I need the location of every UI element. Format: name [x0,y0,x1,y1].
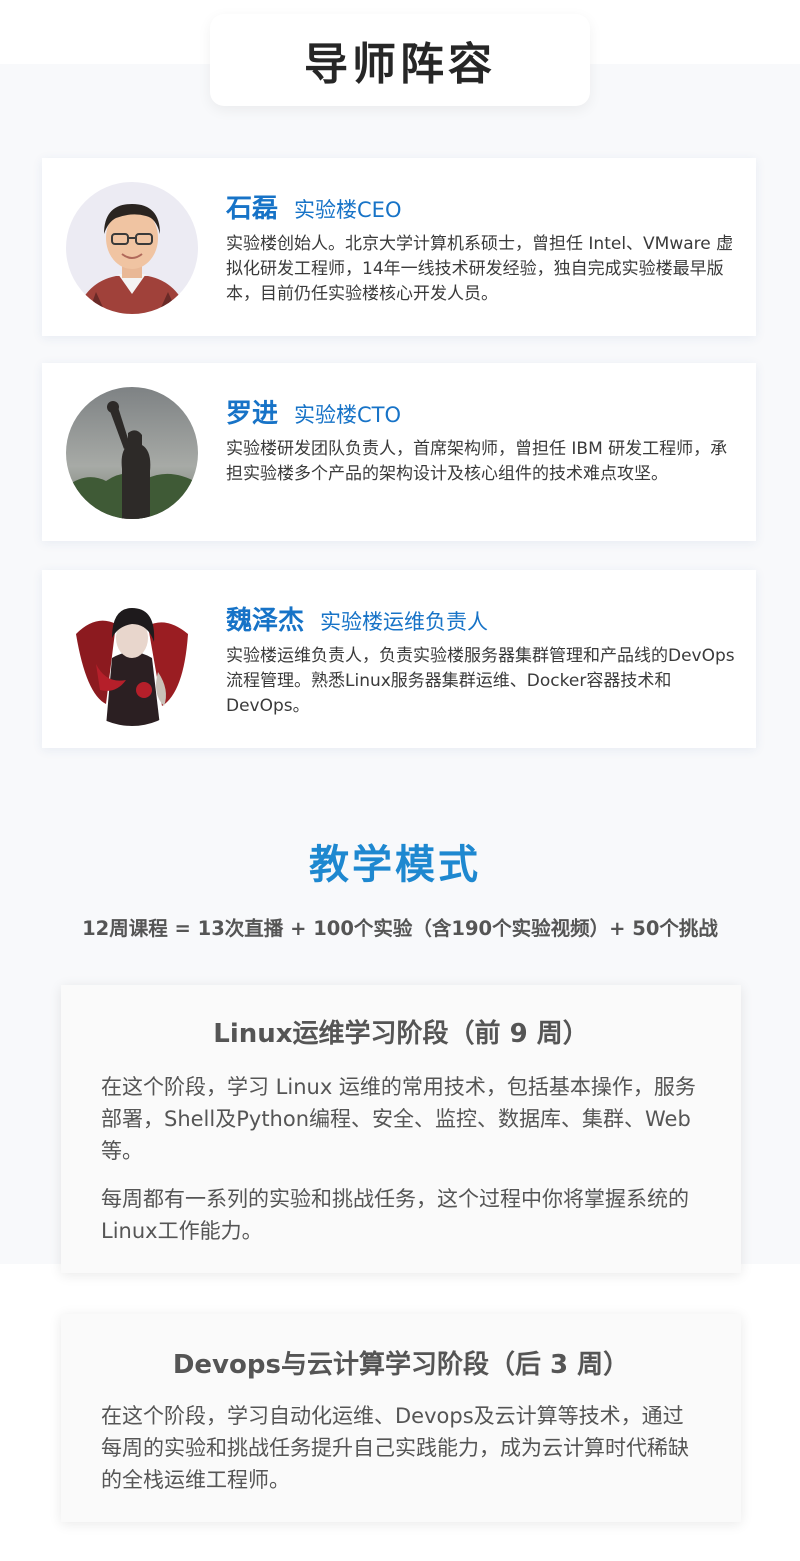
stage-title: Devops与云计算学习阶段（后 3 周） [172,1350,630,1380]
mentor-role: 实验楼CEO [294,198,402,222]
mentor-name: 罗进 [226,399,279,429]
raised-fist-silhouette-icon [66,387,198,519]
mentor-header: 魏泽杰 实验楼运维负责人 [226,600,488,637]
mentor-card-ops: 魏泽杰 实验楼运维负责人 实验楼运维负责人，负责实验楼服务器集群管理和产品线的D… [42,570,756,748]
mentor-avatar [66,182,198,314]
mentor-description: 实验楼研发团队负责人，首席架构师，曾担任 IBM 研发工程师，承担实验楼多个产品… [226,439,728,484]
mentor-name: 魏泽杰 [226,606,305,636]
mentor-avatar [66,387,198,519]
stage-paragraph: 在这个阶段，学习自动化运维、Devops及云计算等技术，通过每周的实验和挑战任务… [101,1404,689,1492]
mentors-title-box: 导师阵容 [210,14,590,106]
mentor-role: 实验楼CTO [294,403,402,427]
anime-character-art-icon [66,594,198,726]
stage-card-linux: Linux运维学习阶段（前 9 周） 在这个阶段，学习 Linux 运维的常用技… [61,985,741,1273]
mentor-card-cto: 罗进 实验楼CTO 实验楼研发团队负责人，首席架构师，曾担任 IBM 研发工程师… [42,363,756,541]
stage-title: Linux运维学习阶段（前 9 周） [213,1019,589,1049]
mentor-name: 石磊 [226,194,279,224]
mentor-avatar [66,594,198,726]
person-glasses-portrait-icon [66,182,198,314]
stage-paragraph: 在这个阶段，学习 Linux 运维的常用技术，包括基本操作，服务部署，Shell… [101,1075,696,1163]
mentor-description: 实验楼创始人。北京大学计算机系硕士，曾担任 Intel、VMware 虚拟化研发… [226,234,734,304]
teaching-title: 教学模式 [309,842,481,888]
mentor-header: 石磊 实验楼CEO [226,188,401,225]
mentors-title: 导师阵容 [304,39,496,90]
mentor-description: 实验楼运维负责人，负责实验楼服务器集群管理和产品线的DevOps流程管理。熟悉L… [226,646,735,716]
stage-card-devops: Devops与云计算学习阶段（后 3 周） 在这个阶段，学习自动化运维、Devo… [61,1314,741,1522]
mentor-card-ceo: 石磊 实验楼CEO 实验楼创始人。北京大学计算机系硕士，曾担任 Intel、VM… [42,158,756,336]
mentor-role: 实验楼运维负责人 [320,610,489,634]
mentor-header: 罗进 实验楼CTO [226,393,401,430]
stage-paragraph: 每周都有一系列的实验和挑战任务，这个过程中你将掌握系统的Linux工作能力。 [101,1187,689,1243]
teaching-formula: 12周课程 = 13次直播 + 100个实验（含190个实验视频）+ 50个挑战 [82,917,718,940]
